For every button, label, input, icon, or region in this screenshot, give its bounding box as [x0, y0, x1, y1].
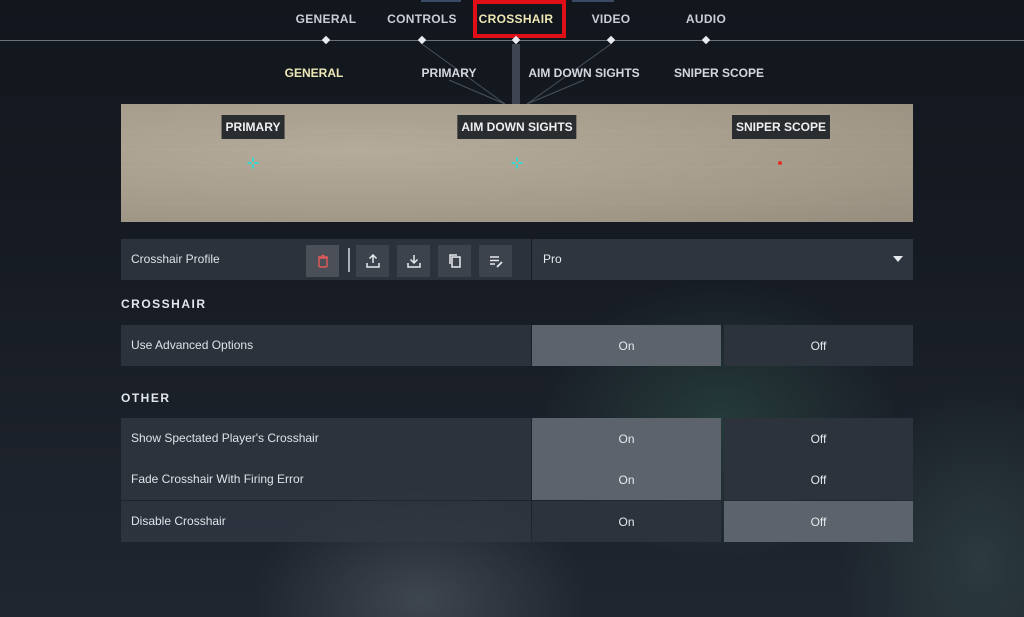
tab-accent-bar: [572, 0, 614, 2]
setting-row-advanced-options: Use Advanced Options On Off: [121, 325, 913, 366]
import-profile-button[interactable]: [397, 245, 430, 277]
setting-row-fade-crosshair: Fade Crosshair With Firing Error On Off: [121, 459, 913, 500]
fade-crosshair-on-button[interactable]: On: [532, 459, 721, 500]
disable-crosshair-on-button[interactable]: On: [532, 501, 721, 542]
advanced-options-off-button[interactable]: Off: [724, 325, 913, 366]
tab-audio[interactable]: AUDIO: [686, 12, 726, 26]
setting-label: Disable Crosshair: [131, 514, 226, 528]
setting-label: Use Advanced Options: [131, 338, 254, 352]
advanced-options-on-button[interactable]: On: [532, 325, 721, 366]
export-profile-button[interactable]: [356, 245, 389, 277]
profile-dropdown-value: Pro: [543, 252, 562, 266]
sniper-crosshair-icon: [778, 161, 782, 165]
tab-controls[interactable]: CONTROLS: [387, 12, 457, 26]
section-title-crosshair: CROSSHAIR: [121, 297, 207, 311]
disable-crosshair-off-button[interactable]: Off: [724, 501, 913, 542]
tab-marker-icon: [321, 35, 331, 45]
setting-row-disable-crosshair: Disable Crosshair On Off: [121, 501, 913, 542]
fade-crosshair-off-button[interactable]: Off: [724, 459, 913, 500]
crosshair-profile-label: Crosshair Profile: [131, 252, 220, 266]
top-navigation: GENERAL CONTROLS CROSSHAIR VIDEO AUDIO: [0, 0, 1024, 45]
tab-marker-icon: [606, 35, 616, 45]
duplicate-profile-button[interactable]: [438, 245, 471, 277]
subtab-general[interactable]: GENERAL: [285, 66, 344, 80]
crosshair-preview: PRIMARY AIM DOWN SIGHTS SNIPER SCOPE: [121, 104, 913, 222]
subtab-primary[interactable]: PRIMARY: [422, 66, 477, 80]
section-title-other: OTHER: [121, 391, 171, 405]
tab-video[interactable]: VIDEO: [592, 12, 631, 26]
profile-dropdown[interactable]: Pro: [532, 239, 913, 280]
trash-icon: [317, 254, 328, 268]
tab-marker-icon: [417, 35, 427, 45]
toolbar-divider: [348, 248, 350, 272]
subtab-sniper-scope[interactable]: SNIPER SCOPE: [674, 66, 764, 80]
tab-highlight-box: [473, 0, 566, 38]
spectated-crosshair-off-button[interactable]: Off: [724, 418, 913, 459]
spectated-crosshair-on-button[interactable]: On: [532, 418, 721, 459]
subtab-aim-down-sights[interactable]: AIM DOWN SIGHTS: [528, 66, 639, 80]
upload-icon: [365, 253, 380, 268]
preview-label-sniper: SNIPER SCOPE: [731, 115, 831, 139]
tab-marker-icon: [701, 35, 711, 45]
preview-label-primary: PRIMARY: [221, 115, 285, 139]
setting-label: Show Spectated Player's Crosshair: [131, 431, 319, 445]
chevron-down-icon: [893, 256, 903, 262]
edit-list-icon: [489, 256, 503, 268]
ads-crosshair-icon: [511, 157, 523, 169]
setting-row-spectated-crosshair: Show Spectated Player's Crosshair On Off: [121, 418, 913, 459]
tab-accent-bar: [421, 0, 461, 2]
setting-label: Fade Crosshair With Firing Error: [131, 472, 304, 486]
download-icon: [406, 255, 421, 268]
tab-general[interactable]: GENERAL: [296, 12, 357, 26]
primary-crosshair-icon: [247, 157, 259, 169]
rename-profile-button[interactable]: [479, 245, 512, 277]
copy-icon: [448, 254, 461, 268]
delete-profile-button[interactable]: [306, 245, 339, 277]
crosshair-profile-row: Crosshair Profile Pro: [121, 239, 913, 280]
preview-label-ads: AIM DOWN SIGHTS: [457, 115, 577, 139]
